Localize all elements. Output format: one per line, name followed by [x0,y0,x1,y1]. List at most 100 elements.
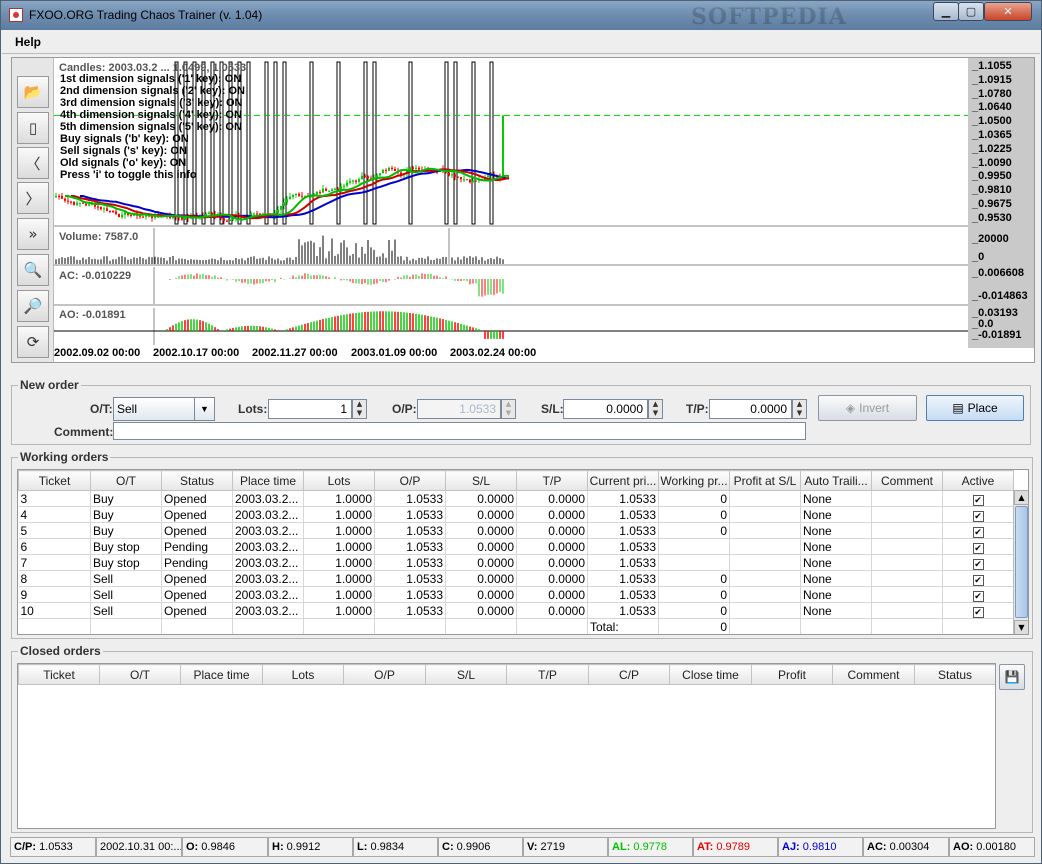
column-header[interactable]: O/P [343,664,426,685]
candle-body [106,208,108,211]
column-header[interactable]: O/T [90,470,162,491]
closed-orders-table-wrap: Ticket O/T Place time Lots O/P S/L T/P C/P Close… [17,663,996,829]
table-row[interactable]: 7 Buy stop Pending 2003.03.2... 1.0000 1.0533… [18,554,1014,571]
column-header[interactable]: Working pr... [658,470,730,491]
column-header[interactable]: Ticket [18,470,91,491]
signal-info-line: 5th dimension signals ('5' key): ON [60,121,242,133]
take-profit-input[interactable]: 0.0000 [709,399,792,419]
column-header[interactable]: Status [914,664,995,685]
table-cell: 1.0000 [303,554,375,571]
table-row[interactable]: 9 Sell Opened 2003.03.2... 1.0000 1.0533 0.000… [18,586,1014,603]
zoom-out-button[interactable]: 🔍 [17,254,49,286]
active-checkbox[interactable]: ✔ [972,510,984,522]
table-cell [658,554,730,571]
table-row[interactable]: 4 Buy Opened 2003.03.2... 1.0000 1.0533 0.0000… [18,506,1014,523]
lots-spinner[interactable]: ▲ ▼ [352,399,367,419]
lots-input[interactable]: 1 [268,399,352,419]
menu-help[interactable]: Help [15,35,41,49]
column-header[interactable]: Status [161,470,233,491]
active-checkbox[interactable]: ✔ [972,526,984,538]
table-cell [871,618,943,634]
active-checkbox-cell[interactable]: ✔ [942,586,1014,603]
table-cell [232,618,304,634]
active-checkbox[interactable]: ✔ [972,542,984,554]
table-cell: 1.0000 [303,570,375,587]
zoom-in-button[interactable]: 🔎 [17,290,49,322]
signal-info-line: 4th dimension signals ('4' key): ON [60,109,242,121]
column-header[interactable]: Profit [751,664,833,685]
column-header[interactable]: O/P [374,470,446,491]
column-header[interactable]: Comment [871,470,943,491]
column-header[interactable]: Lots [262,664,344,685]
closed-orders-table[interactable]: Ticket O/T Place time Lots O/P S/L T/P C/P Close… [18,664,995,685]
step-back-button[interactable]: 〈 [17,147,49,179]
column-header[interactable]: T/P [506,664,589,685]
table-row[interactable]: 10 Sell Opened 2003.03.2... 1.0000 1.0533 0.00… [18,602,1014,619]
column-header[interactable]: Active [942,470,1014,491]
new-button[interactable]: ▯ [17,112,49,144]
active-checkbox[interactable]: ✔ [972,494,984,506]
active-checkbox-cell[interactable]: ✔ [942,506,1014,523]
close-button[interactable]: ✕ [984,2,1032,21]
active-checkbox[interactable]: ✔ [972,574,984,586]
active-checkbox-cell[interactable]: ✔ [942,522,1014,539]
invert-label: Invert [859,401,890,415]
comment-input[interactable] [113,422,806,440]
column-header[interactable]: Place time [180,664,263,685]
active-checkbox[interactable]: ✔ [972,590,984,602]
open-button[interactable]: 📂 [17,76,49,108]
column-header[interactable]: Comment [832,664,915,685]
save-button[interactable]: 💾 [999,664,1025,690]
column-header[interactable]: C/P [588,664,670,685]
table-cell: 9 [18,586,91,603]
table-row[interactable]: 3 Buy Opened 2003.03.2... 1.0000 1.0533 0.0000… [18,490,1014,507]
place-button[interactable]: ▤ Place [926,395,1024,421]
table-cell: None [800,538,872,555]
column-header[interactable]: Auto Traili... [800,470,872,491]
stop-loss-input[interactable]: 0.0000 [563,399,648,419]
column-header[interactable]: Close time [669,664,752,685]
active-checkbox-cell[interactable]: ✔ [942,554,1014,571]
active-checkbox-cell[interactable]: ✔ [942,538,1014,555]
stop-loss-spinner[interactable]: ▲ ▼ [648,399,663,419]
column-header[interactable]: Current pri... [587,470,659,491]
scroll-up-icon[interactable]: ▲ [1014,490,1028,505]
order-type-select[interactable]: Sell ▼ [113,397,215,421]
table-row[interactable]: 6 Buy stop Pending 2003.03.2... 1.0000 1.0533… [18,538,1014,555]
column-header[interactable]: T/P [516,470,588,491]
active-checkbox-cell[interactable]: ✔ [942,602,1014,619]
active-checkbox[interactable]: ✔ [972,606,984,618]
column-header[interactable]: Place time [232,470,304,491]
refresh-button[interactable]: ⟳ [17,326,49,358]
working-orders-scroll-thumb[interactable] [1015,506,1028,618]
chevron-down-icon[interactable]: ▼ [194,398,214,420]
candle-body [331,189,333,191]
active-checkbox-cell[interactable]: ✔ [942,570,1014,587]
working-orders-scrollbar[interactable]: ▲ ▼ [1013,490,1028,634]
table-row[interactable]: 8 Sell Opened 2003.03.2... 1.0000 1.0533 0.000… [18,570,1014,587]
table-row[interactable]: 5 Buy Opened 2003.03.2... 1.0000 1.0533 0.0000… [18,522,1014,539]
column-header[interactable]: Ticket [18,664,100,685]
table-cell: 8 [18,570,91,587]
column-header[interactable]: S/L [425,664,507,685]
x-tick-label: 2002.09.02 00:00 [54,347,141,359]
take-profit-spinner[interactable]: ▲ ▼ [792,399,807,419]
scroll-down-icon[interactable]: ▼ [1014,620,1028,634]
working-orders-table[interactable]: Ticket O/T Status Place time Lots O/P S/L T/P Cu… [18,470,1014,634]
column-header[interactable]: Profit at S/L [729,470,801,491]
column-header[interactable]: O/T [99,664,181,685]
candle-body [79,202,81,204]
lots-label: Lots: [238,402,268,416]
candle-body [88,204,90,206]
maximize-button[interactable]: ▢ [958,2,984,21]
column-header[interactable]: S/L [445,470,517,491]
active-checkbox[interactable]: ✔ [972,558,984,570]
candle-body [100,207,102,210]
column-header[interactable]: Lots [303,470,375,491]
active-checkbox-cell[interactable]: ✔ [942,490,1014,507]
fast-forward-button[interactable]: » [17,218,49,250]
candle-body [466,179,468,181]
title-bar[interactable]: FXOO.ORG Trading Chaos Trainer (v. 1.04)… [1,1,1041,30]
step-forward-button[interactable]: 〉 [17,182,49,214]
minimize-button[interactable]: ▁ [933,2,959,21]
